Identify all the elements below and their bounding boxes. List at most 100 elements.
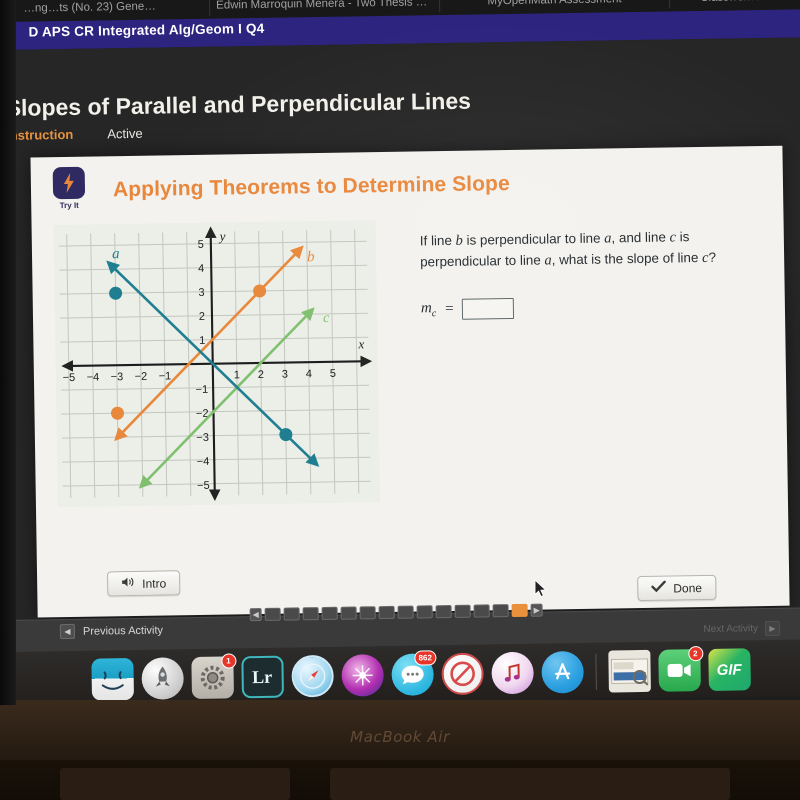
svg-text:1: 1 — [234, 369, 240, 381]
svg-text:−4: −4 — [197, 456, 210, 468]
svg-text:4: 4 — [306, 368, 312, 380]
lesson-tabs: Instruction Active — [6, 126, 143, 143]
answer-label: mc — [421, 300, 437, 319]
svg-text:2: 2 — [258, 369, 264, 381]
photo-left-edge-shadow — [0, 0, 16, 705]
progress-step[interactable] — [435, 604, 452, 619]
intro-button[interactable]: Intro — [106, 570, 181, 597]
svg-text:1: 1 — [199, 335, 205, 347]
dock-item-blocked-app[interactable] — [440, 652, 484, 696]
previous-activity-button[interactable]: ◀ Previous Activity — [59, 623, 164, 640]
svg-text:−5: −5 — [63, 372, 76, 384]
x-axis-label: x — [357, 336, 364, 351]
tab-instruction[interactable]: Instruction — [6, 127, 73, 143]
answer-label-m: m — [420, 300, 432, 317]
question-part-3: , and line — [611, 229, 670, 246]
done-button[interactable]: Done — [637, 574, 717, 602]
svg-text:−4: −4 — [87, 371, 100, 383]
slope-answer-input[interactable] — [462, 297, 515, 320]
dock-item-app-store[interactable] — [540, 650, 584, 694]
question-part-1: If line — [419, 232, 456, 249]
chevron-right-icon: ▶ — [764, 620, 781, 637]
laptop-screen: …ng…ts (No. 23) Gene… Edwin Marroquin Me… — [0, 0, 800, 705]
svg-text:3: 3 — [282, 369, 288, 381]
activity-heading: Applying Theorems to Determine Slope — [112, 172, 510, 202]
dock-item-itunes[interactable] — [490, 651, 534, 695]
progress-step[interactable] — [302, 607, 319, 621]
progress-prev-icon[interactable]: ◀ — [249, 607, 262, 622]
chevron-left-icon: ◀ — [59, 623, 76, 640]
question-part-5: , what is the slope of line — [551, 250, 703, 268]
speaker-icon — [121, 576, 135, 591]
dock-badge-facetime: 2 — [687, 646, 703, 662]
progress-next-icon[interactable]: ▶ — [530, 603, 543, 617]
progress-step[interactable] — [359, 606, 376, 620]
dock-item-system-preferences[interactable]: 1 — [190, 653, 237, 700]
macbook-model-label: MacBook Air — [350, 728, 450, 746]
dock-item-facetime[interactable]: 2 — [657, 646, 703, 692]
svg-text:2: 2 — [199, 311, 205, 323]
svg-text:5: 5 — [330, 368, 336, 380]
progress-step[interactable] — [416, 605, 433, 619]
browser-tab-3[interactable]: Classwork for Financ… — [670, 0, 800, 8]
dock-item-messages[interactable]: 862 — [390, 650, 437, 696]
browser-tab-1[interactable]: Edwin Marroquin Menera - Two Thesis St..… — [209, 0, 441, 16]
line-a-label: a — [112, 246, 120, 262]
answer-label-subscript: c — [431, 308, 437, 320]
svg-text:3: 3 — [198, 287, 204, 299]
mouse-cursor — [534, 578, 548, 604]
line-b-label: b — [307, 249, 315, 265]
progress-step[interactable] — [454, 604, 471, 618]
next-activity-button[interactable]: Next Activity ▶ — [703, 620, 781, 637]
next-activity-label: Next Activity — [703, 623, 759, 636]
svg-text:−1: −1 — [196, 384, 209, 396]
svg-text:−3: −3 — [196, 432, 209, 444]
laptop-foot-right — [330, 768, 730, 800]
dock-badge-messages: 862 — [414, 650, 437, 666]
progress-step[interactable] — [321, 606, 338, 621]
graph-svg: x y −5 −4 −3 −2 −1 1 2 3 4 5 5 4 3 2 1 −… — [53, 220, 380, 508]
progress-step-current[interactable] — [511, 603, 528, 618]
progress-step[interactable] — [264, 607, 281, 621]
svg-text:−5: −5 — [197, 480, 210, 492]
question-part-6: ? — [708, 249, 717, 265]
tab-active[interactable]: Active — [107, 126, 143, 142]
try-it-badge: Try It — [51, 166, 88, 211]
svg-text:5: 5 — [198, 239, 204, 251]
svg-text:−3: −3 — [111, 371, 124, 383]
previous-activity-label: Previous Activity — [82, 624, 164, 638]
svg-text:−2: −2 — [135, 371, 148, 383]
activity-card: Try It Applying Theorems to Determine Sl… — [30, 145, 790, 618]
photo-of-laptop-screen: …ng…ts (No. 23) Gene… Edwin Marroquin Me… — [0, 0, 800, 800]
dock-item-launchpad[interactable] — [140, 657, 184, 700]
svg-text:4: 4 — [198, 263, 204, 275]
dock-item-preview-document[interactable] — [607, 649, 651, 693]
browser-tab-2[interactable]: MyOpenMath Assessment — [439, 0, 671, 13]
progress-step[interactable] — [340, 606, 357, 620]
dock-item-gif-app[interactable]: GIF — [707, 648, 751, 691]
svg-text:−1: −1 — [159, 370, 172, 382]
progress-step[interactable] — [283, 607, 300, 621]
laptop-foot-left — [60, 768, 290, 800]
try-it-label: Try It — [59, 200, 79, 211]
lightning-bolt-icon — [52, 166, 86, 200]
progress-step[interactable] — [492, 604, 509, 618]
browser-tab-0[interactable]: …ng…ts (No. 23) Gene… — [0, 0, 211, 20]
dock-item-siri[interactable] — [340, 654, 384, 697]
dock-badge-system-preferences: 1 — [220, 653, 237, 669]
dock-separator — [594, 653, 597, 690]
line-c-label: c — [323, 311, 330, 326]
progress-step[interactable] — [378, 605, 395, 620]
intro-button-label: Intro — [142, 575, 167, 591]
done-button-label: Done — [673, 580, 703, 595]
progress-step[interactable] — [473, 604, 490, 618]
answer-row: mc = — [421, 297, 515, 320]
dock-item-safari[interactable] — [290, 654, 334, 698]
question-part-2: is perpendicular to line — [462, 230, 605, 248]
equals-sign: = — [444, 300, 455, 318]
dock-item-lightroom[interactable]: Lr — [240, 655, 284, 703]
dock-label-gif: GIF — [716, 660, 742, 679]
progress-step[interactable] — [397, 605, 414, 619]
dock-item-finder[interactable] — [90, 657, 134, 705]
dock-label-lightroom: Lr — [252, 666, 273, 687]
